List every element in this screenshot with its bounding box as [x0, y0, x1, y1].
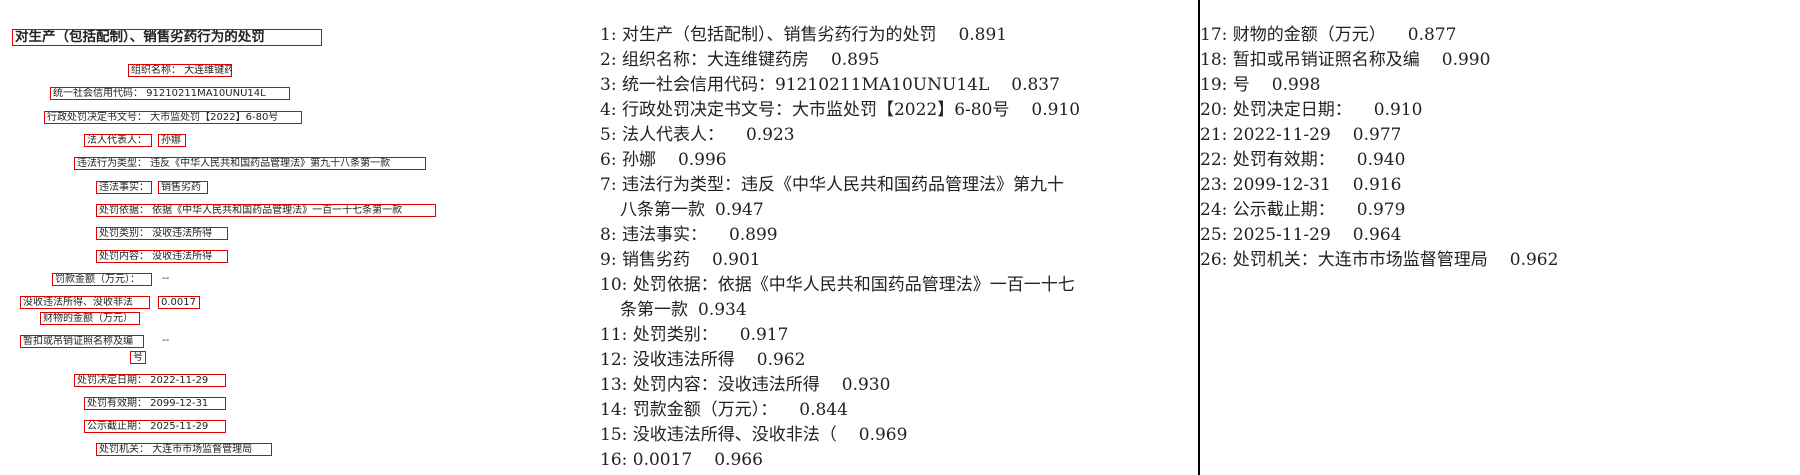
det-box-decision-no: 行政处罚决定书文号： 大市监处罚【2022】6-80号: [44, 111, 302, 124]
ocr-result: 9: 销售劣药 0.901: [600, 250, 761, 270]
ocr-result: 25: 2025-11-29 0.964: [1200, 225, 1402, 245]
det-box-facts-label: 违法事实：: [96, 181, 152, 194]
ocr-result: 8: 违法事实： 0.899: [600, 225, 778, 245]
fine-dash: --: [162, 273, 170, 284]
ocr-results-list-2: 17: 财物的金额（万元） 0.877 18: 暂扣或吊销证照名称及编 0.990 …: [1200, 23, 1558, 273]
ocr-result: 12: 没收违法所得 0.962: [600, 350, 806, 370]
ocr-result: 4: 行政处罚决定书文号：大市监处罚【2022】6-80号 0.910: [600, 100, 1081, 120]
det-box-valid-until: 处罚有效期： 2099-12-31: [84, 397, 226, 410]
det-box-violation-type: 违法行为类型： 违反《中华人民共和国药品管理法》第九十八条第一款: [74, 157, 426, 170]
det-box-legal-rep-value: 孙娜: [158, 134, 186, 147]
annotated-document: 对生产（包括配制）、销售劣药行为的处罚 组织名称： 大连维键药房 统一社会信用代…: [0, 0, 600, 475]
det-box-decision-date: 处罚决定日期： 2022-11-29: [74, 374, 226, 387]
ocr-result: 2: 组织名称：大连维键药房 0.895: [600, 50, 880, 70]
ocr-result: 20: 处罚决定日期： 0.910: [1200, 100, 1423, 120]
ocr-result: 14: 罚款金额（万元）： 0.844: [600, 400, 848, 420]
det-box-confiscate-value: 0.0017: [158, 296, 200, 309]
ocr-result: 23: 2099-12-31 0.916: [1200, 175, 1402, 195]
ocr-result: 11: 处罚类别： 0.917: [600, 325, 789, 345]
ocr-result: 7: 违法行为类型：违反《中华人民共和国药品管理法》第九十: [600, 175, 1064, 195]
ocr-result: 18: 暂扣或吊销证照名称及编 0.990: [1200, 50, 1491, 70]
ocr-result: 3: 统一社会信用代码：91210211MA10UNU14L 0.837: [600, 75, 1060, 95]
ocr-result: 17: 财物的金额（万元） 0.877: [1200, 25, 1457, 45]
ocr-result: 5: 法人代表人： 0.923: [600, 125, 795, 145]
ocr-result: 13: 处罚内容：没收违法所得 0.930: [600, 375, 891, 395]
ocr-result: 19: 号 0.998: [1200, 75, 1321, 95]
det-box-license-hao: 号: [130, 351, 146, 364]
ocr-results-list-1: 1: 对生产（包括配制）、销售劣药行为的处罚 0.891 2: 组织名称：大连维键…: [600, 23, 1080, 473]
ocr-result: 10: 处罚依据：依据《中华人民共和国药品管理法》一百一十七: [600, 275, 1075, 295]
det-box-legal-rep-label: 法人代表人：: [84, 134, 152, 147]
det-box-fine: 罚款金额（万元）：: [52, 273, 152, 286]
ocr-results-panel-1: 1: 对生产（包括配制）、销售劣药行为的处罚 0.891 2: 组织名称：大连维键…: [600, 0, 1198, 475]
det-box-category: 处罚类别： 没收违法所得: [96, 227, 228, 240]
det-box-org-name: 组织名称： 大连维键药房: [128, 64, 232, 77]
det-box-basis: 处罚依据： 依据《中华人民共和国药品管理法》一百一十七条第一款: [96, 204, 436, 217]
det-box-publicity-end: 公示截止期： 2025-11-29: [84, 420, 226, 433]
det-box-facts-value: 销售劣药: [158, 181, 208, 194]
ocr-result: 15: 没收违法所得、没收非法（ 0.969: [600, 425, 908, 445]
det-box-authority: 处罚机关： 大连市市场监督管理局: [96, 443, 272, 456]
ocr-result: 21: 2022-11-29 0.977: [1200, 125, 1402, 145]
ocr-result: 22: 处罚有效期： 0.940: [1200, 150, 1406, 170]
ocr-result: 1: 对生产（包括配制）、销售劣药行为的处罚 0.891: [600, 25, 1008, 45]
ocr-result: 26: 处罚机关：大连市市场监督管理局 0.962: [1200, 250, 1559, 270]
det-box-content: 处罚内容： 没收违法所得: [96, 250, 228, 263]
det-box-license-label: 暂扣或吊销证照名称及编: [20, 335, 144, 348]
det-box-property-label: 财物的金额（万元）: [40, 312, 140, 325]
ocr-result: 24: 公示截止期： 0.979: [1200, 200, 1406, 220]
license-dash: --: [162, 335, 170, 346]
det-box-title: 对生产（包括配制）、销售劣药行为的处罚: [12, 29, 322, 46]
det-box-credit-code: 统一社会信用代码： 91210211MA10UNU14L: [50, 87, 290, 100]
ocr-result: 6: 孙娜 0.996: [600, 150, 727, 170]
ocr-result: 16: 0.0017 0.966: [600, 450, 763, 470]
ocr-result-continuation: 条第一款 0.934: [620, 300, 747, 320]
ocr-result-continuation: 八条第一款 0.947: [620, 200, 764, 220]
ocr-results-panel-2: 17: 财物的金额（万元） 0.877 18: 暂扣或吊销证照名称及编 0.990 …: [1200, 0, 1800, 475]
det-box-confiscate-label: 没收违法所得、没收非法: [20, 296, 150, 309]
